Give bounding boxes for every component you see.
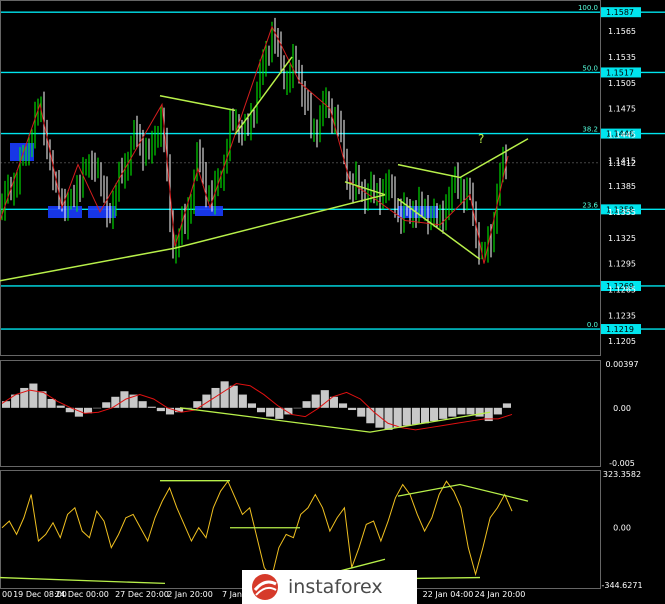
price-panel: ? [0,0,601,356]
macd-tick-label: 0.00397 [605,360,638,369]
macd-histogram-bar [457,407,466,415]
cci-tick-label: 0.00 [613,524,631,533]
chart-canvas: 100.0 50.0 38.2 23.6 0.0 ? 1.1587 1.1517 1.144… [0,0,665,599]
cci-trend-line [397,483,529,502]
question-annotation: ? [478,132,484,146]
level-price-label: 1.1587 [606,8,634,17]
level-price-label: 1.1517 [606,68,634,77]
price-tick-label: 1.1235 [608,311,636,320]
macd-histogram-bar [275,407,284,419]
instaforex-logo-icon [250,572,280,602]
macd-histogram-bar [220,381,229,408]
macd-histogram-bar [138,401,147,408]
macd-histogram-bar [420,407,430,424]
macd-histogram-bar [384,407,393,430]
macd-tick-label: -0.005 [609,459,635,468]
macd-histogram-bar [493,407,502,415]
time-tick-label: 27 Dec 20:00 [115,590,169,599]
macd-histogram-bar [502,403,511,408]
price-panel-frame [0,0,601,356]
instaforex-logo: instaforex [242,570,417,604]
macd-histogram-bar [338,403,348,408]
macd-signal-line [1,383,513,431]
macd-histogram-bar [302,401,311,408]
price-tick-label: 1.1205 [608,337,636,346]
macd-histogram-bar [229,385,238,408]
macd-histogram-bar [156,407,165,412]
time-tick-label: 00 [2,590,12,599]
macd-histogram-bar [375,407,384,428]
macd-histogram-bar [411,407,420,425]
macd-histogram-bar [357,407,366,417]
macd-histogram-bar [93,407,102,409]
macd-histogram-bar [47,398,56,408]
macd-histogram-bar [402,407,411,426]
fib-level-label: 23.6 [582,201,598,209]
support-zone [10,143,34,161]
support-zone [195,206,223,216]
macd-histogram-bar [348,407,357,411]
chart-screenshot: { "colors": { "background": "#000000", "… [0,0,665,604]
macd-histogram-bar [439,407,448,419]
trend-line [159,94,236,112]
macd-histogram-bar [475,407,484,417]
macd-histogram-bar [257,407,266,413]
macd-histogram-bar [266,407,275,417]
time-tick-label: 24 Dec 00:00 [55,590,109,599]
macd-panel [0,360,601,467]
macd-tick-label: 0.00 [613,404,631,413]
cci-tick-label: 323.3582 [603,470,641,479]
trend-line [397,198,481,260]
price-tick-label: 1.1445 [608,130,636,139]
fibonacci-levels: 100.0 50.0 38.2 23.6 0.0 [0,4,665,330]
current-price-label: 1.1412 [608,159,636,168]
macd-histogram-bar [211,387,220,408]
macd-histogram-bar [102,402,111,408]
price-tick-label: 1.1265 [608,285,636,294]
price-tick-label: 1.1565 [608,27,636,36]
cci-tick-label: -344.6271 [601,581,642,590]
fib-level-label: 50.0 [582,64,598,72]
macd-histogram-bar [448,407,457,417]
price-tick-label: 1.1535 [608,53,636,62]
price-tick-label: 1.1385 [608,182,636,191]
fib-level-label: 100.0 [578,4,598,12]
cci-line [1,480,513,579]
price-tick-label: 1.1295 [608,260,636,269]
fib-level-label: 38.2 [582,126,598,134]
time-tick-label: 22 Jan 04:00 [423,590,474,599]
macd-histogram-bar [430,407,439,422]
time-tick-label: 2 Jan 20:00 [167,590,213,599]
price-axis: 1.15871.15171.14461.13581.12691.12191.15… [601,7,643,590]
level-price-label: 1.1219 [606,325,634,334]
macd-panel-frame [0,360,601,467]
macd-histogram-bar [366,407,375,424]
time-tick-label: 24 Jan 20:00 [475,590,526,599]
price-tick-label: 1.1355 [608,208,636,217]
cci-trend-line [414,576,481,580]
macd-histogram-bar [147,406,156,408]
brand-name: instaforex [288,576,383,598]
macd-histogram-bar [56,405,65,408]
macd-histogram-bar [247,403,256,408]
macd-histogram-bar [238,394,247,408]
macd-histogram-bar [311,394,320,408]
macd-histogram-bar [29,383,38,408]
cci-trend-line [0,576,166,585]
price-tick-label: 1.1325 [608,234,636,243]
price-tick-label: 1.1475 [608,105,636,114]
macd-histogram-bar [393,407,402,428]
macd-histogram-bar [466,407,475,415]
macd-histogram-bar [293,407,302,409]
fib-level-label: 0.0 [587,321,598,329]
trend-line [397,138,529,179]
price-tick-label: 1.1505 [608,79,636,88]
time-tick-label: 7 Jan [222,590,242,599]
